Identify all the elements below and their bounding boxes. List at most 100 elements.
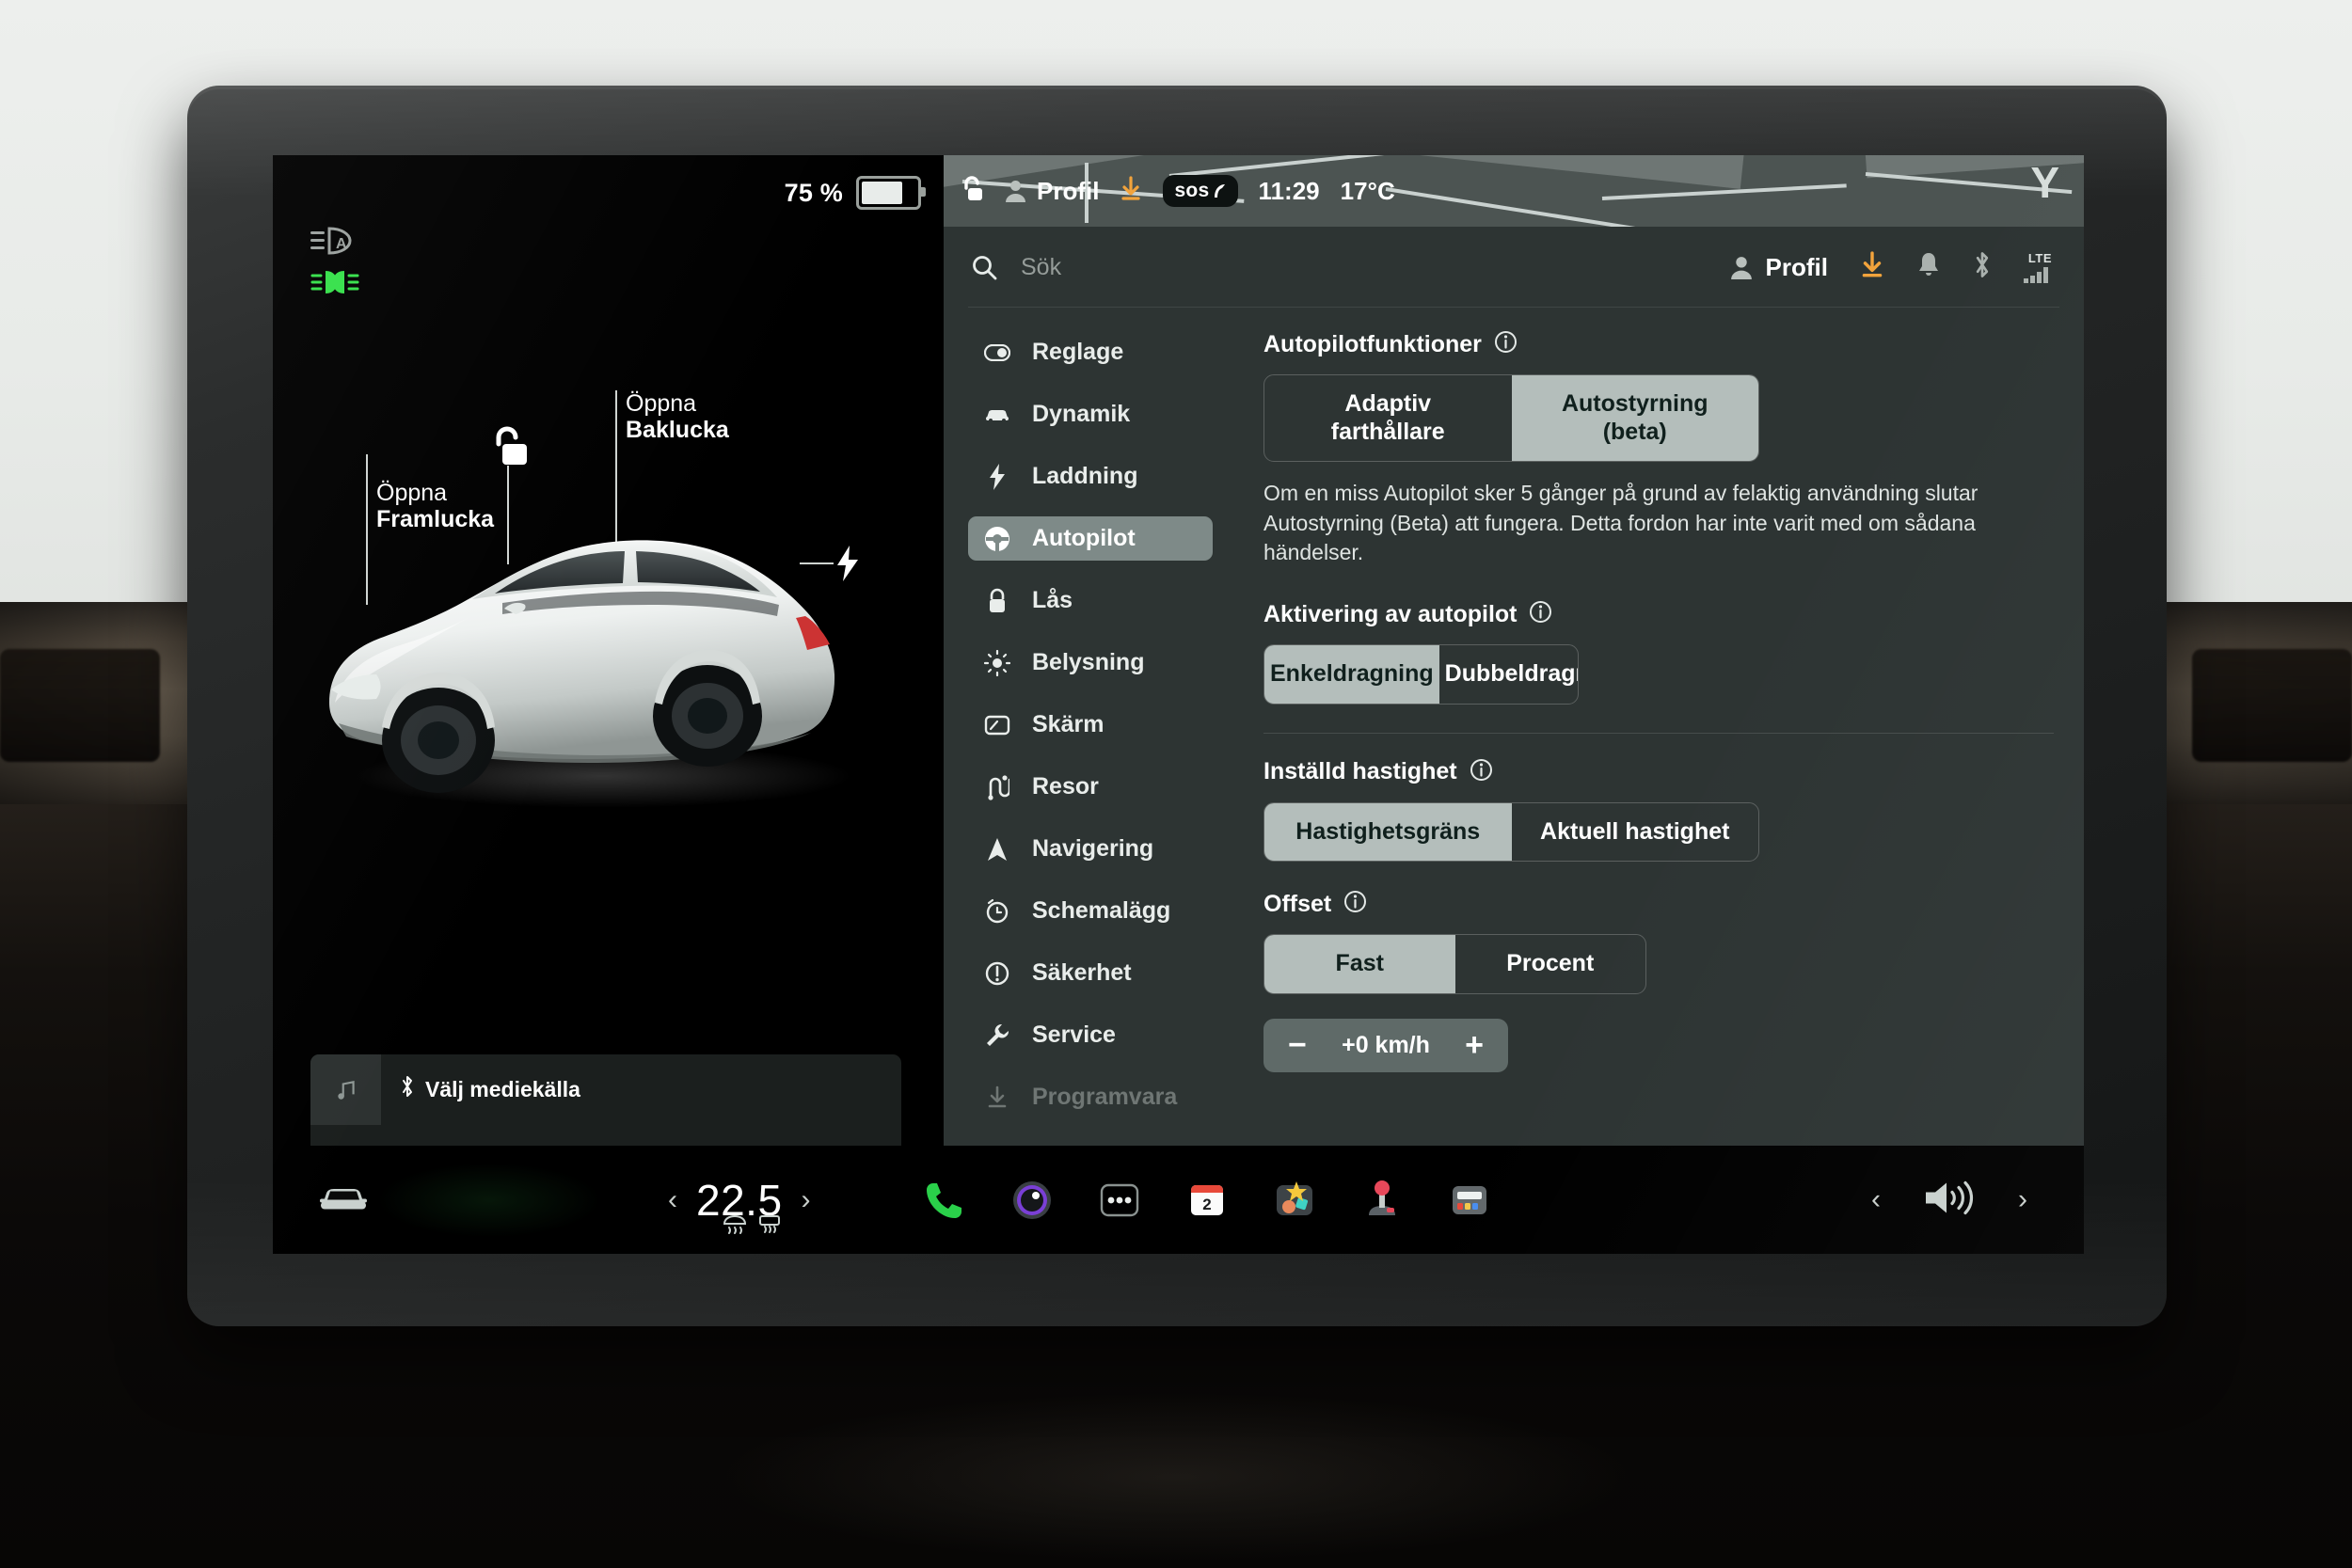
theater-app[interactable] [1447,1178,1492,1223]
car-front-icon[interactable] [318,1181,369,1218]
sidebar-item-autopilot[interactable]: Autopilot [968,516,1213,561]
app-launcher-icons: 2 [922,1178,1492,1223]
sidebar-item-label: Programvara [1032,1084,1178,1110]
climate-increase-button[interactable]: › [802,1185,811,1214]
toybox-app[interactable] [1272,1178,1317,1223]
battery-percent-label: 75 % [784,178,843,207]
person-icon [1730,256,1752,279]
light-icon [983,649,1011,676]
sidebar-item-resor[interactable]: Resor [968,765,1213,809]
double-pull-option[interactable]: Dubbeldragning [1439,645,1578,704]
option-line2: (beta) [1602,418,1667,445]
sidebar-item-label: Autopilot [1032,525,1136,551]
sidebar-item-belysning[interactable]: Belysning [968,641,1213,685]
sidebar-item-dynamik[interactable]: Dynamik [968,392,1213,436]
sidebar-item-sakerhet[interactable]: Säkerhet [968,951,1213,995]
vehicle-image [329,540,851,808]
download-arrow-icon[interactable] [1120,175,1142,207]
toybox-icon [1277,1180,1312,1215]
sidebar-item-navigering[interactable]: Navigering [968,827,1213,871]
sos-button[interactable]: sos [1163,175,1238,207]
info-icon[interactable] [1529,600,1552,628]
vehicle-pane: 75 % A Öppna Framlucka Öppna Baklucka Vä… [273,155,944,1213]
volume-control: ‹ › [1871,1177,2027,1223]
unlocked-padlock-icon[interactable] [961,175,983,207]
calendar-app[interactable]: 2 [1184,1178,1230,1223]
joystick-icon [1369,1180,1395,1215]
offset-decrement-button[interactable]: − [1288,1028,1307,1060]
download-arrow-icon[interactable] [1860,250,1884,284]
section-title: Autopilotfunktioner [1263,330,1482,357]
rear-defrost-icon[interactable] [758,1215,781,1239]
more-apps[interactable] [1097,1178,1142,1223]
lock-icon [983,588,1011,614]
offset-percent-option[interactable]: Procent [1455,935,1646,993]
sidebar-item-laddning[interactable]: Laddning [968,454,1213,499]
media-source-label: Välj mediekälla [425,1076,580,1101]
ellipsis-icon [1100,1183,1139,1216]
toggle-icon [983,343,1011,361]
autopilot-engagement-segmented-control: Enkeldragning Dubbeldragning [1263,644,1579,705]
media-source-row[interactable]: Välj mediekälla [400,1075,580,1103]
phone-icon-glow [376,1163,602,1238]
option-line1: Autostyrning [1561,390,1708,417]
section-divider [1263,732,2054,734]
calendar-date: 2 [1202,1196,1211,1213]
settings-content: Autopilotfunktioner Adaptiv farthållare … [1263,330,2054,1072]
info-icon[interactable] [1494,330,1518,358]
climate-decrease-button[interactable]: ‹ [668,1185,677,1214]
car-icon [983,406,1011,423]
battery-icon [856,176,926,210]
arcade-app[interactable] [1359,1178,1405,1223]
adaptive-cruise-option[interactable]: Adaptiv farthållare [1264,375,1512,461]
front-defrost-icon[interactable] [723,1214,747,1239]
offset-segmented-control: Fast Procent [1263,934,1646,994]
sidebar-item-las[interactable]: Lås [968,578,1213,623]
camera-app[interactable] [1009,1178,1055,1223]
status-profile-label: Profil [1037,176,1100,205]
settings-top-bar: Sök Profil LTE [944,227,2084,308]
display-icon [983,714,1011,736]
speaker-icon[interactable] [1922,1177,1977,1223]
status-bar: Profil sos 11:29 17°C [944,155,2084,227]
info-icon[interactable] [1343,890,1367,918]
volume-decrease-button[interactable]: ‹ [1871,1185,1881,1214]
sos-label: sos [1174,180,1210,201]
phone-icon [927,1182,961,1218]
svg-text:A: A [336,236,347,252]
offset-stepper[interactable]: − +0 km/h + [1263,1018,1508,1072]
sidebar-item-label: Dynamik [1032,401,1131,427]
wrench-icon [983,1022,1011,1049]
sidebar-item-label: Service [1032,1022,1116,1048]
calendar-icon: 2 [1191,1184,1223,1215]
autopilot-features-segmented-control: Adaptiv farthållare Autostyrning (beta) [1263,374,1759,462]
sidebar-item-reglage[interactable]: Reglage [968,330,1213,374]
speed-limit-option[interactable]: Hastighetsgräns [1264,802,1512,862]
sidebar-item-service[interactable]: Service [968,1013,1213,1057]
status-time: 11:29 [1258,176,1320,205]
sidebar-item-programvara[interactable]: Programvara [968,1075,1213,1119]
sidebar-item-schemalagg[interactable]: Schemalägg [968,889,1213,933]
steering-wheel-icon [983,525,1011,553]
sidebar-item-label: Säkerhet [1032,959,1132,986]
music-note-icon [337,1080,355,1100]
info-icon[interactable] [1470,758,1493,786]
single-pull-option[interactable]: Enkeldragning [1264,645,1439,704]
current-speed-option[interactable]: Aktuell hastighet [1512,803,1759,862]
section-title: Offset [1263,890,1332,917]
offset-increment-button[interactable]: + [1465,1028,1484,1060]
album-art-placeholder [310,1054,381,1125]
phone-app[interactable] [922,1178,967,1223]
console-glow [715,1392,1637,1561]
section-title: Aktivering av autopilot [1263,600,1518,627]
sidebar-item-skarm[interactable]: Skärm [968,703,1213,747]
bluetooth-icon[interactable] [1973,251,1992,283]
status-profile[interactable]: Profil [1004,177,1099,206]
search-input[interactable]: Sök [970,253,1729,281]
bell-icon[interactable] [1916,251,1941,283]
profile-button[interactable]: Profil [1729,253,1828,282]
bolt-icon [983,463,1011,490]
autosteer-beta-option[interactable]: Autostyrning (beta) [1511,375,1758,461]
volume-increase-button[interactable]: › [2018,1185,2027,1214]
offset-fixed-option[interactable]: Fast [1264,935,1455,993]
